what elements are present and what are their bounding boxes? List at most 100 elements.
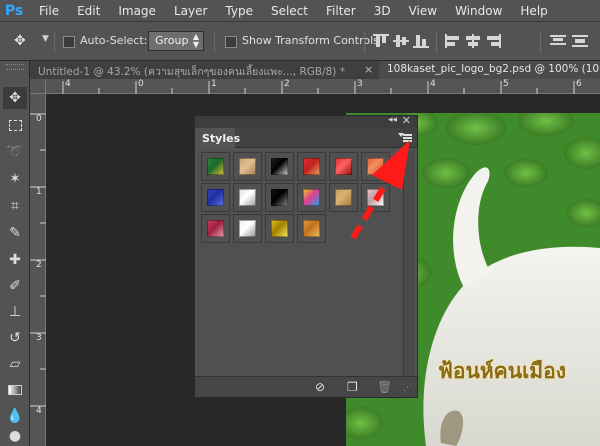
tab-title: 108kaset_pic_logo_bg2.psd @ 100% (108kas… (387, 63, 600, 75)
divider (364, 31, 365, 53)
style-preview (367, 189, 384, 206)
show-transform-label: Show Transform Controls (242, 34, 379, 47)
align-vertical-center-icon[interactable] (393, 34, 409, 48)
magic-wand-tool-icon[interactable]: ✶ (3, 168, 27, 190)
menu-edit[interactable]: Edit (66, 4, 107, 18)
ruler-label: 0 (36, 114, 42, 124)
ruler-corner[interactable] (30, 79, 46, 94)
menu-filter[interactable]: Filter (315, 4, 363, 18)
distribute-top-icon[interactable] (550, 34, 566, 48)
crop-tool-icon[interactable]: ⌗ (3, 195, 27, 217)
tab-styles[interactable]: Styles (195, 128, 240, 148)
style-swatch[interactable] (361, 152, 390, 181)
move-tool-preset-icon[interactable]: ✥ (14, 33, 26, 49)
menu-select[interactable]: Select (260, 4, 315, 18)
close-icon[interactable]: ✕ (402, 114, 411, 127)
auto-select-label: Auto-Select: (80, 34, 148, 47)
updown-arrows-icon: ▲ ▼ (192, 32, 199, 49)
toolbar-grip[interactable] (6, 64, 24, 70)
marquee-tool-icon[interactable] (3, 114, 27, 136)
no-style-icon[interactable]: ⊘ (315, 380, 325, 394)
menu-3d[interactable]: 3D (363, 4, 398, 18)
align-bottom-icon[interactable] (413, 34, 429, 48)
collapse-icon[interactable]: ◂◂ (388, 115, 397, 125)
style-swatch[interactable] (233, 183, 262, 212)
style-swatch[interactable] (329, 152, 358, 181)
eraser-tool-icon[interactable]: ▱ (3, 353, 27, 375)
menu-help[interactable]: Help (509, 4, 554, 18)
auto-select-checkbox[interactable] (63, 36, 75, 48)
panel-header[interactable]: ◂◂ ✕ (195, 114, 417, 128)
style-swatch[interactable] (265, 214, 294, 243)
eyedropper-tool-icon[interactable]: ✎ (3, 222, 27, 244)
ruler-label: 3 (357, 79, 363, 89)
photoshop-logo: Ps (4, 2, 24, 19)
style-swatch[interactable] (297, 152, 326, 181)
tab-108kaset[interactable]: 108kaset_pic_logo_bg2.psd @ 100% (108kas… (379, 61, 600, 79)
panel-menu-icon[interactable] (398, 131, 414, 144)
move-tool-icon[interactable]: ✥ (3, 87, 27, 109)
chevron-down-icon[interactable]: ▼ (42, 34, 49, 44)
menu-view[interactable]: View (398, 4, 444, 18)
style-swatch[interactable] (297, 214, 326, 243)
align-right-icon[interactable] (485, 34, 501, 48)
auto-select-target-dropdown[interactable]: Group ▲ ▼ (148, 31, 204, 51)
horizontal-ruler[interactable]: 4 0 1 2 3 4 5 6 (46, 79, 600, 94)
menu-file[interactable]: File (28, 4, 66, 18)
style-swatch[interactable] (265, 152, 294, 181)
styles-grid (197, 150, 403, 376)
menu-image[interactable]: Image (107, 4, 163, 18)
vertical-ruler[interactable]: 0 1 2 3 4 (30, 94, 46, 446)
style-preview (367, 158, 384, 175)
style-swatch[interactable] (201, 214, 230, 243)
menu-type[interactable]: Type (214, 4, 260, 18)
align-horizontal-center-icon[interactable] (465, 34, 481, 48)
style-preview (303, 189, 320, 206)
close-icon[interactable]: × (364, 63, 373, 76)
gradient-tool-icon[interactable] (3, 379, 27, 401)
ruler-label: 2 (284, 79, 290, 89)
style-preview (303, 220, 320, 237)
divider (54, 31, 55, 53)
blur-tool-icon[interactable]: 💧 (3, 405, 27, 427)
tab-untitled-1[interactable]: Untitled-1 @ 43.2% (ความสุขเล็กๆของคนเลี… (30, 61, 379, 79)
menu-bar: Ps File Edit Image Layer Type Select Fil… (0, 0, 600, 21)
style-swatch[interactable] (329, 183, 358, 212)
show-transform-checkbox[interactable] (225, 36, 237, 48)
style-preview (335, 189, 352, 206)
menu-layer[interactable]: Layer (163, 4, 214, 18)
align-left-icon[interactable] (445, 34, 461, 48)
photo-overlay-text: ฟ้อนห์คนเมือง (438, 359, 566, 383)
healing-brush-tool-icon[interactable]: ✚ (3, 249, 27, 271)
style-swatch[interactable] (297, 183, 326, 212)
style-swatch[interactable] (233, 152, 262, 181)
style-swatch[interactable] (265, 183, 294, 212)
delete-style-icon[interactable]: 🗑 (377, 380, 392, 394)
new-style-icon[interactable]: ❐ (347, 380, 358, 394)
dodge-tool-icon[interactable]: ● (3, 425, 27, 446)
align-top-icon[interactable] (373, 34, 389, 48)
ruler-label: 5 (503, 79, 509, 89)
ruler-label: 4 (65, 79, 71, 89)
ruler-label: 6 (576, 79, 582, 89)
style-preview (303, 158, 320, 175)
brush-tool-icon[interactable]: ✐ (3, 275, 27, 297)
lasso-tool-icon[interactable]: ➰ (3, 141, 27, 163)
clone-stamp-tool-icon[interactable]: ⊥ (3, 301, 27, 323)
menu-window[interactable]: Window (444, 4, 509, 18)
history-brush-tool-icon[interactable]: ↺ (3, 327, 27, 349)
tab-title: Untitled-1 @ 43.2% (ความสุขเล็กๆของคนเลี… (38, 66, 345, 78)
style-swatch[interactable] (201, 183, 230, 212)
style-preview (239, 189, 256, 206)
divider (540, 31, 541, 53)
panel-scrollbar[interactable] (403, 150, 415, 376)
style-swatch[interactable] (201, 152, 230, 181)
style-preview (335, 158, 352, 175)
ruler-label: 0 (138, 79, 144, 89)
style-swatch[interactable] (233, 214, 262, 243)
ruler-label: 1 (211, 79, 217, 89)
style-swatch[interactable] (361, 183, 390, 212)
style-preview (239, 220, 256, 237)
resize-grip-icon[interactable]: ⋰ (403, 383, 412, 393)
distribute-vertical-center-icon[interactable] (572, 34, 588, 48)
